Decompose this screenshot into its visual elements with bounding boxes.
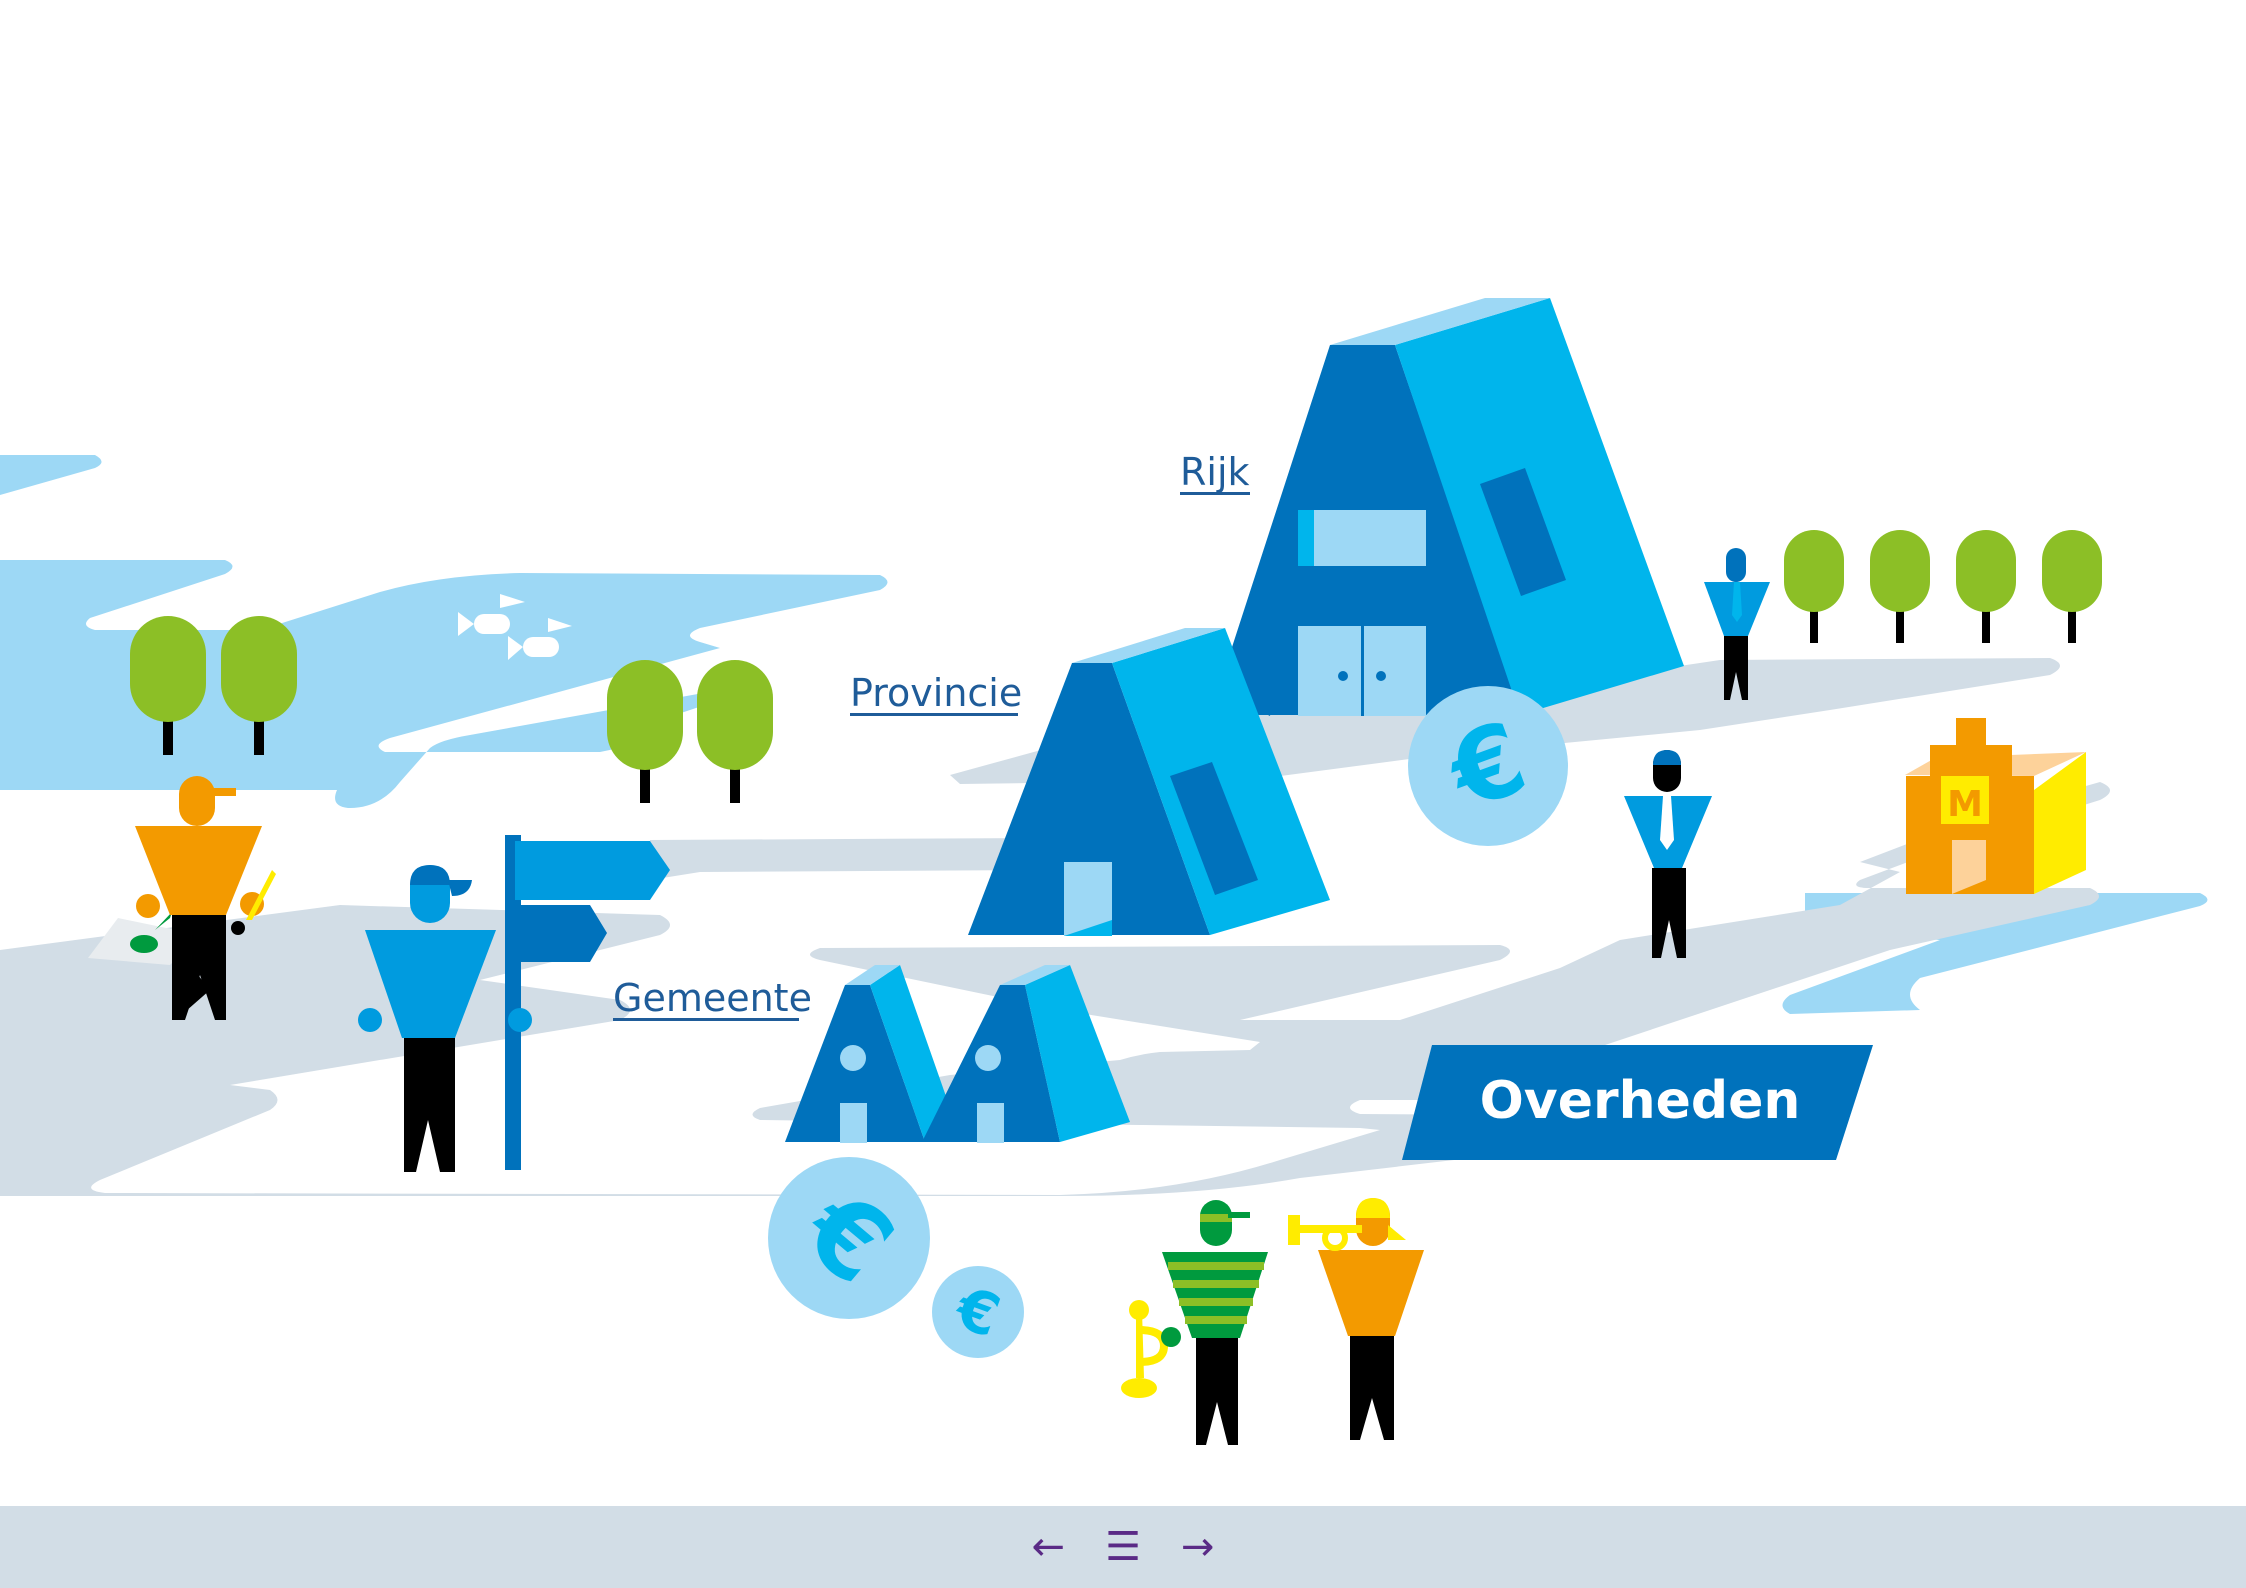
rijk-building: [1210, 298, 1684, 716]
tree-group-right: [1784, 530, 2102, 643]
next-arrow-icon[interactable]: →: [1175, 1527, 1221, 1567]
label-rijk[interactable]: Rijk: [1180, 450, 1250, 494]
bottom-navigation-bar: ← ☰ →: [0, 1506, 2246, 1588]
euro-coin-icon: €: [768, 1157, 930, 1319]
euro-coin-icon: €: [1408, 686, 1568, 846]
tree-icon: [1956, 530, 2016, 643]
museum-sign-letter: M: [1947, 784, 1983, 825]
person-trumpet-player: [1288, 1198, 1424, 1440]
label-provincie-underline: [850, 713, 1018, 716]
person-official: [1624, 750, 1712, 958]
illustration-scene: M € € € Rijk Provincie Gemeente Overhede…: [0, 298, 2208, 1445]
label-gemeente[interactable]: Gemeente: [613, 976, 812, 1020]
banner-title: Overheden: [1480, 1071, 1801, 1131]
museum-building: M: [1905, 718, 2086, 894]
tree-icon: [1784, 530, 1844, 643]
tree-group-middle: [607, 660, 773, 803]
gemeente-buildings: [785, 965, 1130, 1143]
tree-icon: [697, 660, 773, 803]
tree-icon: [1870, 530, 1930, 643]
label-provincie[interactable]: Provincie: [850, 671, 1022, 715]
euro-coin-icon: €: [932, 1266, 1024, 1358]
overheden-banner: Overheden: [1402, 1045, 1873, 1160]
menu-icon[interactable]: ☰: [1099, 1527, 1147, 1567]
label-gemeente-underline: [613, 1018, 799, 1021]
previous-arrow-icon[interactable]: ←: [1026, 1527, 1072, 1567]
person-musician-striped: [1121, 1200, 1268, 1445]
tree-icon: [607, 660, 683, 803]
tree-icon: [2042, 530, 2102, 643]
label-rijk-underline: [1180, 492, 1250, 495]
